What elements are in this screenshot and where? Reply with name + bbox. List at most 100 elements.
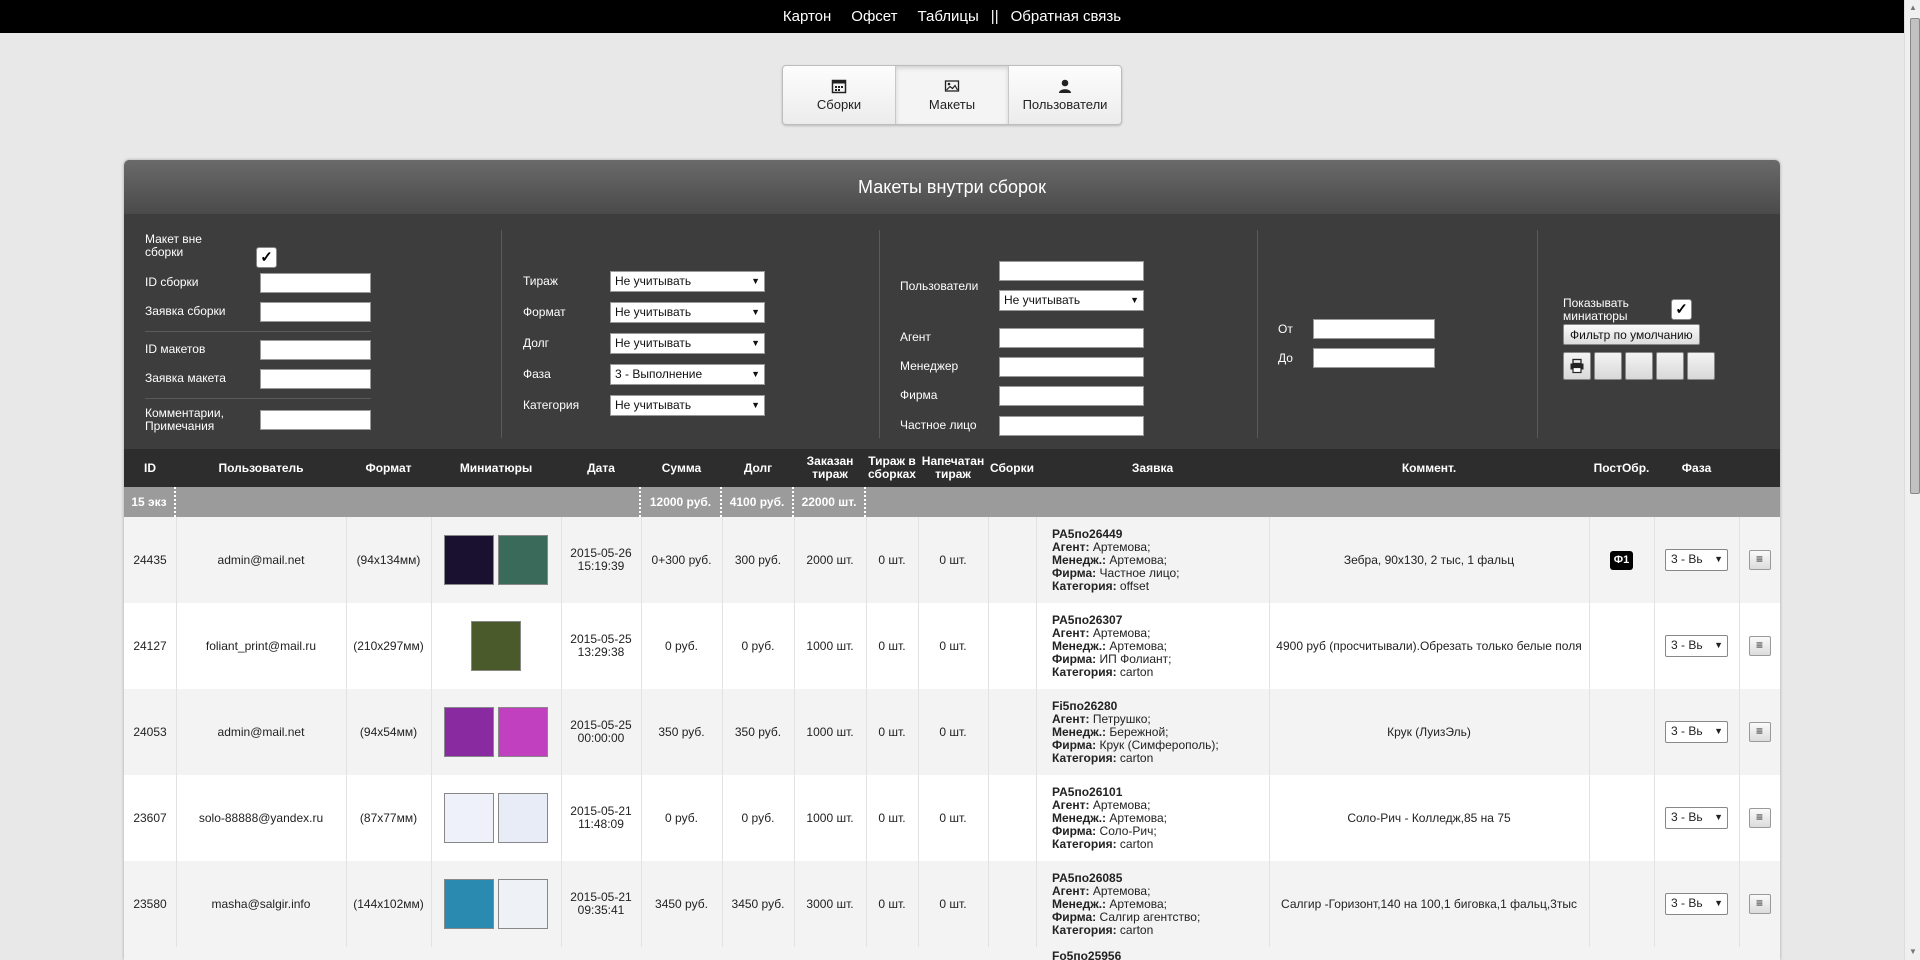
table-row[interactable]: 23580 masha@salgir.info (144x102мм) 2015-05…	[124, 861, 1780, 947]
column-divider	[918, 689, 919, 775]
tab-layouts-label: Макеты	[928, 97, 976, 112]
nav-feedback[interactable]: Обратная связь	[1011, 8, 1122, 25]
layout-thumbnail[interactable]	[498, 707, 548, 757]
default-filter-button[interactable]: Фильтр по умолчанию	[1563, 324, 1700, 345]
nav-carton[interactable]: Картон	[783, 8, 831, 25]
row-menu-button[interactable]: ≡	[1748, 808, 1771, 828]
dropdown-arrow-icon: ▼	[1714, 554, 1723, 564]
print-button[interactable]	[1563, 352, 1591, 380]
phase-select[interactable]: 3 - Вь ▼	[1665, 549, 1728, 571]
firm-input[interactable]	[999, 386, 1144, 406]
col-sum[interactable]: Сумма	[641, 449, 722, 487]
phase-select[interactable]: 3 - Вь ▼	[1665, 635, 1728, 657]
run-select[interactable]: Не учитывать ▼	[610, 271, 765, 292]
row-menu-button[interactable]: ≡	[1748, 550, 1771, 570]
cell-menu: ≡	[1739, 861, 1780, 947]
column-divider	[918, 603, 919, 689]
cell-id: 23580	[133, 896, 167, 911]
phase-select[interactable]: 3 - Вь ▼	[1665, 893, 1728, 915]
col-user[interactable]: Пользователь	[176, 449, 346, 487]
category-value: carton	[1119, 922, 1154, 937]
col-post[interactable]: ПостОбр.	[1589, 449, 1654, 487]
nav-offset[interactable]: Офсет	[851, 8, 897, 25]
users-select[interactable]: Не учитывать ▼	[999, 290, 1144, 311]
layout-thumbnail[interactable]	[498, 793, 548, 843]
col-debt[interactable]: Долг	[722, 449, 794, 487]
table-row[interactable]: 24435 admin@mail.net (94x134мм) 2015-05-26 1…	[124, 517, 1780, 603]
tool-button[interactable]	[1625, 352, 1653, 380]
col-builds[interactable]: Сборки	[988, 449, 1036, 487]
col-comment[interactable]: Коммент.	[1269, 449, 1589, 487]
category-select[interactable]: Не учитывать ▼	[610, 395, 765, 416]
table-row[interactable]: Fo5по25956	[124, 947, 1780, 960]
cell-id: 24435	[133, 552, 167, 567]
col-id[interactable]: ID	[124, 449, 176, 487]
tool-button[interactable]	[1594, 352, 1622, 380]
row-menu-button[interactable]: ≡	[1748, 894, 1771, 914]
cell-date: 2015-05-21 09:35:41	[561, 861, 641, 947]
show-thumbs-checkbox[interactable]: ✓	[1671, 299, 1692, 320]
layout-thumbnail[interactable]	[444, 535, 494, 585]
post-badge[interactable]: Ф1	[1609, 550, 1634, 570]
comments-input[interactable]	[260, 410, 371, 430]
tab-users[interactable]: Пользователи	[1009, 66, 1121, 124]
column-divider	[346, 603, 347, 689]
cell-printed: 0 шт.	[939, 896, 967, 911]
scroll-down-arrow-icon[interactable]: ▼	[1905, 944, 1920, 960]
build-id-input[interactable]	[260, 273, 371, 293]
layout-thumbnail[interactable]	[444, 793, 494, 843]
layout-ids-input[interactable]	[260, 340, 371, 360]
tool-button[interactable]	[1656, 352, 1684, 380]
phase-select[interactable]: 3 - Вь ▼	[1665, 807, 1728, 829]
row-menu-button[interactable]: ≡	[1748, 722, 1771, 742]
table-row[interactable]: 24053 admin@mail.net (94x54мм) 2015-05-25 00…	[124, 689, 1780, 775]
tab-builds[interactable]: Сборки	[783, 66, 896, 124]
table-row[interactable]: 23607 solo-88888@yandex.ru (87x77мм) 2015-0…	[124, 775, 1780, 861]
col-printed[interactable]: Напечатан тираж	[918, 449, 988, 487]
layout-thumbnail[interactable]	[444, 707, 494, 757]
layout-thumbnail[interactable]	[498, 879, 548, 929]
tab-layouts[interactable]: Макеты	[896, 66, 1009, 124]
build-request-input[interactable]	[260, 302, 371, 322]
date-to-input[interactable]	[1313, 348, 1435, 368]
phase-select[interactable]: 3 - Выполнение ▼	[610, 364, 765, 385]
firm-value: ИП Фолиант;	[1099, 651, 1172, 666]
nav-tables[interactable]: Таблицы	[918, 8, 979, 25]
phase-select[interactable]: 3 - Вь ▼	[1665, 721, 1728, 743]
col-date[interactable]: Дата	[561, 449, 641, 487]
scroll-up-arrow-icon[interactable]: ▲	[1905, 0, 1920, 16]
time-value: 11:48:09	[578, 817, 624, 831]
private-person-input[interactable]	[999, 416, 1144, 436]
row-menu-button[interactable]: ≡	[1748, 636, 1771, 656]
scrollbar-thumb[interactable]	[1910, 18, 1920, 494]
layout-thumbnail[interactable]	[498, 535, 548, 585]
column-divider	[866, 689, 867, 775]
col-ordered[interactable]: Заказан тираж	[794, 449, 866, 487]
cell-debt: 0 руб.	[741, 638, 775, 653]
debt-label: Долг	[523, 336, 550, 350]
users-input[interactable]	[999, 261, 1144, 281]
filter-col-options: Показывать миниатюры ✓ Фильтр по умолчан…	[1538, 230, 1780, 438]
tab-users-label: Пользователи	[1022, 97, 1108, 112]
layout-thumbnail[interactable]	[471, 621, 521, 671]
layout-request-input[interactable]	[260, 369, 371, 389]
col-format[interactable]: Формат	[346, 449, 431, 487]
format-select[interactable]: Не учитывать ▼	[610, 302, 765, 323]
manager-input[interactable]	[999, 357, 1144, 377]
menu-icon: ≡	[1755, 810, 1763, 824]
col-request[interactable]: Заявка	[1036, 449, 1269, 487]
date-from-input[interactable]	[1313, 319, 1435, 339]
tool-button[interactable]	[1687, 352, 1715, 380]
vertical-scrollbar[interactable]: ▲ ▼	[1904, 0, 1920, 960]
cell-phase: 3 - Вь ▼	[1654, 775, 1739, 861]
col-run-in-builds[interactable]: Тираж в сборках	[866, 449, 918, 487]
outside-build-checkbox[interactable]: ✓	[256, 247, 277, 268]
table-row[interactable]: 24127 foliant_print@mail.ru (210x297мм) 201…	[124, 603, 1780, 689]
menu-icon: ≡	[1755, 638, 1763, 652]
user-icon	[1059, 79, 1071, 93]
agent-input[interactable]	[999, 328, 1144, 348]
col-phase[interactable]: Фаза	[1654, 449, 1739, 487]
dropdown-arrow-icon: ▼	[751, 400, 760, 410]
debt-select[interactable]: Не учитывать ▼	[610, 333, 765, 354]
layout-thumbnail[interactable]	[444, 879, 494, 929]
